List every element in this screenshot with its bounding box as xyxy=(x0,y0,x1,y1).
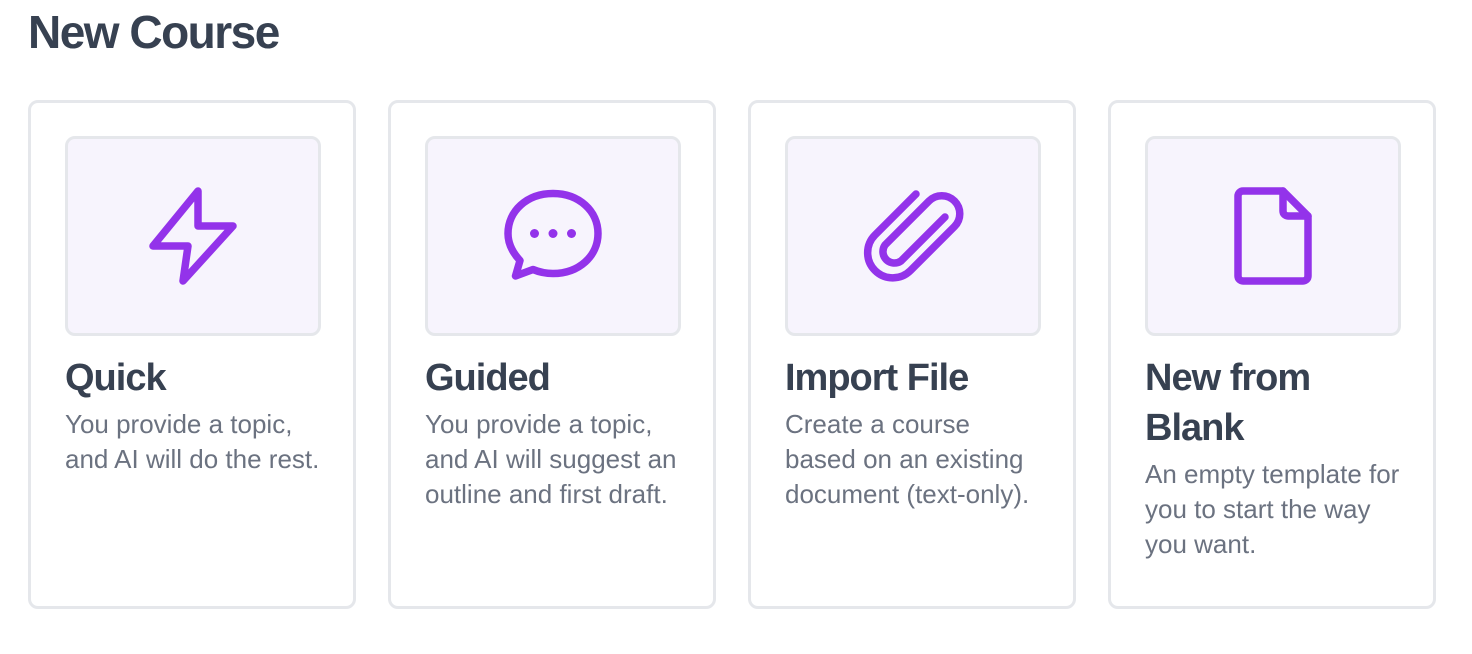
quick-option-card[interactable]: Quick You provide a topic, and AI will d… xyxy=(28,100,356,609)
quick-icon-box xyxy=(65,136,321,336)
guided-option-card[interactable]: Guided You provide a topic, and AI will … xyxy=(388,100,716,609)
guided-option-description: You provide a topic, and AI will suggest… xyxy=(425,409,677,509)
quick-option-title: Quick xyxy=(65,357,167,399)
import-file-option-description: Create a course based on an existing doc… xyxy=(785,409,1030,509)
lightning-bolt-icon xyxy=(149,187,237,285)
new-from-blank-option-card[interactable]: New from Blank An empty template for you… xyxy=(1108,100,1436,609)
new-from-blank-option-title: New from Blank xyxy=(1145,357,1311,449)
page-title: New Course xyxy=(28,6,280,58)
import-file-icon-box xyxy=(785,136,1041,336)
guided-icon-box xyxy=(425,136,681,336)
new-from-blank-option-description: An empty template for you to start the w… xyxy=(1145,459,1400,559)
guided-option-title: Guided xyxy=(425,357,551,399)
new-from-blank-icon-box xyxy=(1145,136,1401,336)
course-type-options: Quick You provide a topic, and AI will d… xyxy=(28,100,1436,609)
chat-bubble-icon xyxy=(504,189,602,280)
import-file-option-card[interactable]: Import File Create a course based on an … xyxy=(748,100,1076,609)
document-icon xyxy=(1234,187,1312,285)
paperclip-icon xyxy=(863,190,964,282)
import-file-option-title: Import File xyxy=(785,357,969,399)
quick-option-description: You provide a topic, and AI will do the … xyxy=(65,409,320,474)
